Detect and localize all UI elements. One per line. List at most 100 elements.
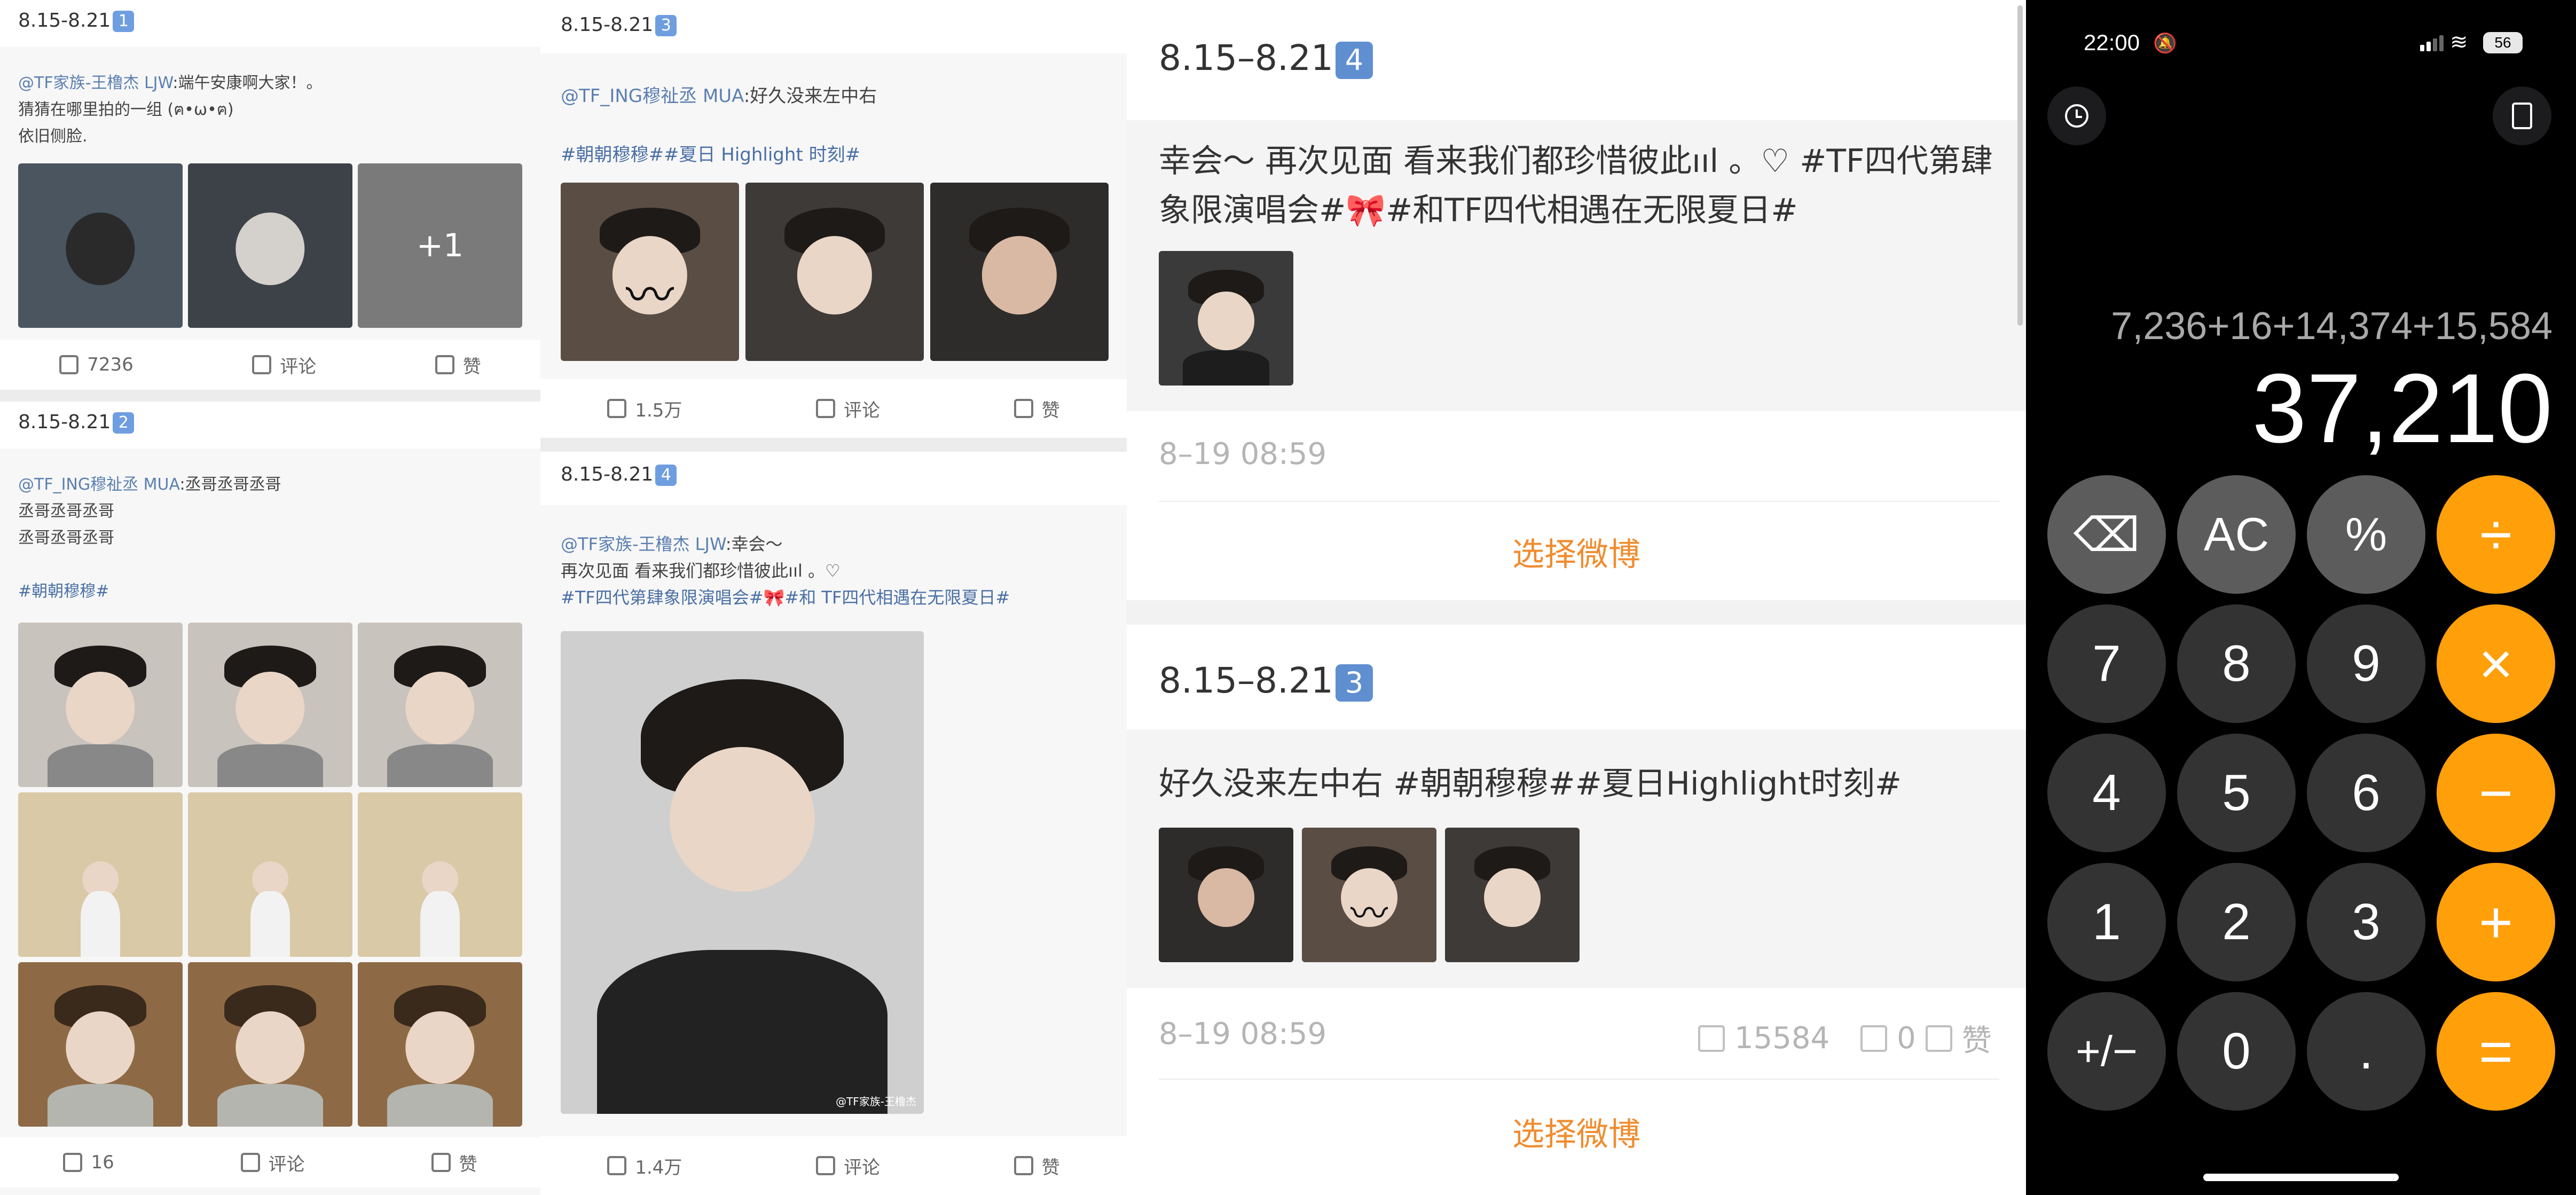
select-card[interactable]: 8.15–8.21 4 幸会～ 再次见面 看来我们都珍惜彼此ııl 。♡ #TF四… bbox=[1127, 0, 2026, 600]
post-image[interactable] bbox=[188, 962, 352, 1127]
multiply-button[interactable]: × bbox=[2437, 604, 2555, 723]
subtract-button[interactable]: − bbox=[2437, 734, 2555, 852]
post-text-line: @TF家族-王橹杰 LJW:端午安康啊大家！。 bbox=[18, 74, 323, 92]
silent-bell-icon: 🔕 bbox=[2153, 33, 2177, 54]
post-actions: 1.5万 评论 赞 bbox=[540, 379, 1127, 438]
post-image[interactable]: @TF家族-王橹杰 bbox=[561, 631, 924, 1114]
comment-icon bbox=[816, 399, 836, 418]
post-image[interactable] bbox=[18, 623, 183, 787]
digit-3-button[interactable]: 3 bbox=[2307, 863, 2425, 981]
hashtag[interactable]: #朝朝穆穆# bbox=[18, 578, 109, 601]
post-image[interactable] bbox=[188, 163, 352, 328]
comment-button[interactable]: 评论 bbox=[240, 1150, 305, 1176]
weibo-post[interactable]: 8.15-8.21 2 @TF_ING穆祉丞 MUA:丞哥丞哥丞哥 丞哥丞哥丞哥 … bbox=[0, 402, 540, 1195]
post-text-line: @TF家族-王橹杰 LJW:幸会～ bbox=[561, 534, 783, 554]
mustache-icon: 〰 bbox=[1350, 892, 1388, 935]
repost-button[interactable]: 1.5万 bbox=[607, 396, 682, 422]
post-date: 8.15-8.21 2 bbox=[18, 411, 135, 434]
digit-5-button[interactable]: 5 bbox=[2177, 734, 2296, 852]
repost-button[interactable]: 7236 bbox=[59, 354, 133, 375]
calculator-icon bbox=[2512, 103, 2532, 129]
negate-button[interactable]: +/− bbox=[2047, 992, 2166, 1111]
decimal-button[interactable]: . bbox=[2307, 992, 2425, 1111]
repost-icon bbox=[607, 399, 627, 418]
comment-icon bbox=[252, 355, 272, 374]
calculator-mode-button[interactable] bbox=[2493, 87, 2551, 145]
divide-button[interactable]: ÷ bbox=[2437, 475, 2555, 594]
thumbs-up-icon bbox=[1014, 399, 1033, 418]
post-image[interactable]: +1 bbox=[358, 163, 522, 328]
weibo-post[interactable]: 8.15-8.21 4 @TF家族-王橹杰 LJW:幸会～ 再次见面 看来我们都珍… bbox=[540, 452, 1127, 1195]
digit-1-button[interactable]: 1 bbox=[2047, 863, 2166, 981]
post-image[interactable] bbox=[930, 183, 1109, 361]
like-button[interactable]: 赞 bbox=[431, 1150, 477, 1176]
digit-8-button[interactable]: 8 bbox=[2177, 604, 2296, 723]
post-text-line: @TF_ING穆祉丞 MUA:好久没来左中右 bbox=[561, 85, 877, 107]
post-image[interactable] bbox=[358, 623, 522, 787]
digit-9-button[interactable]: 9 bbox=[2307, 604, 2425, 723]
comment-icon bbox=[816, 1156, 836, 1175]
digit-6-button[interactable]: 6 bbox=[2307, 734, 2425, 852]
hashtag[interactable]: #朝朝穆穆##夏日 Highlight 时刻# bbox=[561, 140, 860, 166]
author-link[interactable]: @TF家族-王橹杰 LJW bbox=[561, 534, 726, 554]
comment-button[interactable]: 评论 bbox=[816, 1153, 880, 1179]
weibo-post[interactable]: 8.15-8.21 1 @TF家族-王橹杰 LJW:端午安康啊大家！。 猜猜在哪里… bbox=[0, 0, 540, 390]
post-image[interactable]: 〰 bbox=[561, 183, 739, 361]
post-actions: 7236 评论 赞 bbox=[0, 340, 540, 390]
number-badge: 2 bbox=[113, 412, 135, 434]
repost-icon bbox=[1698, 1025, 1725, 1052]
digit-2-button[interactable]: 2 bbox=[2177, 863, 2296, 981]
repost-icon bbox=[607, 1156, 627, 1175]
add-button[interactable]: + bbox=[2437, 863, 2555, 981]
like-button[interactable]: 赞 bbox=[1014, 396, 1060, 422]
backspace-button[interactable]: ⌫ bbox=[2047, 475, 2166, 594]
post-image[interactable] bbox=[358, 792, 522, 957]
post-stats: 15584 0 赞 bbox=[1698, 1017, 1992, 1060]
select-weibo-button[interactable]: 选择微博 bbox=[1127, 529, 2026, 575]
post-image[interactable] bbox=[18, 163, 183, 328]
post-time: 8–19 08:59 bbox=[1159, 1017, 1327, 1051]
post-image[interactable]: 〰 bbox=[1302, 828, 1436, 962]
post-text-line: 丞哥丞哥丞哥 bbox=[18, 502, 114, 521]
post-header: 8.15-8.21 2 bbox=[0, 402, 540, 449]
weibo-post[interactable]: 8.15-8.21 3 @TF_ING穆祉丞 MUA:好久没来左中右 #朝朝穆穆#… bbox=[540, 0, 1127, 438]
post-image[interactable] bbox=[1159, 828, 1293, 962]
repost-button[interactable]: 1.4万 bbox=[607, 1153, 682, 1179]
percent-button[interactable]: % bbox=[2307, 475, 2425, 594]
like-button[interactable]: 赞 bbox=[435, 352, 481, 378]
scrollbar[interactable] bbox=[2017, 5, 2023, 326]
divider bbox=[1159, 1079, 1999, 1080]
post-image[interactable] bbox=[1159, 251, 1293, 386]
all-clear-button[interactable]: AC bbox=[2177, 475, 2296, 594]
select-card[interactable]: 8.15–8.21 3 好久没来左中右 #朝朝穆穆##夏日Highlight时刻#… bbox=[1127, 625, 2026, 1195]
hashtag[interactable]: #TF四代第肆象限演唱会#🎀#和 TF四代相遇在无限夏日# bbox=[561, 584, 1010, 609]
post-text-line: @TF_ING穆祉丞 MUA:丞哥丞哥丞哥 bbox=[18, 475, 281, 494]
image-watermark: @TF家族-王橹杰 bbox=[836, 1095, 916, 1108]
comment-button[interactable]: 评论 bbox=[816, 396, 880, 422]
post-time: 8–19 08:59 bbox=[1159, 437, 1327, 471]
post-image[interactable] bbox=[18, 792, 183, 957]
post-image[interactable] bbox=[188, 792, 352, 957]
select-weibo-button[interactable]: 选择微博 bbox=[1127, 1108, 2026, 1155]
digit-7-button[interactable]: 7 bbox=[2047, 604, 2166, 723]
digit-0-button[interactable]: 0 bbox=[2177, 992, 2296, 1111]
post-image[interactable] bbox=[745, 183, 924, 361]
status-time: 22:00 bbox=[2084, 30, 2140, 55]
digit-4-button[interactable]: 4 bbox=[2047, 734, 2166, 852]
home-indicator[interactable] bbox=[2203, 1174, 2399, 1181]
author-link[interactable]: @TF_ING穆祉丞 MUA bbox=[18, 475, 180, 494]
repost-button[interactable]: 16 bbox=[63, 1152, 114, 1173]
equals-button[interactable]: = bbox=[2437, 992, 2555, 1111]
post-text-line: 幸会～ 再次见面 看来我们都珍惜彼此ııl 。♡ #TF四代第肆 bbox=[1159, 143, 1993, 180]
post-header: 8.15-8.21 3 bbox=[540, 0, 1127, 53]
comment-button[interactable]: 评论 bbox=[252, 352, 316, 378]
author-link[interactable]: @TF家族-王橹杰 LJW bbox=[18, 74, 172, 92]
post-image[interactable] bbox=[18, 962, 183, 1127]
post-image[interactable] bbox=[358, 962, 522, 1127]
history-button[interactable] bbox=[2047, 87, 2106, 145]
post-image[interactable] bbox=[1445, 828, 1580, 962]
post-image[interactable] bbox=[188, 623, 352, 787]
post-text-line: 丞哥丞哥丞哥 bbox=[18, 529, 114, 547]
like-button[interactable]: 赞 bbox=[1014, 1153, 1060, 1179]
author-link[interactable]: @TF_ING穆祉丞 MUA bbox=[561, 85, 744, 107]
